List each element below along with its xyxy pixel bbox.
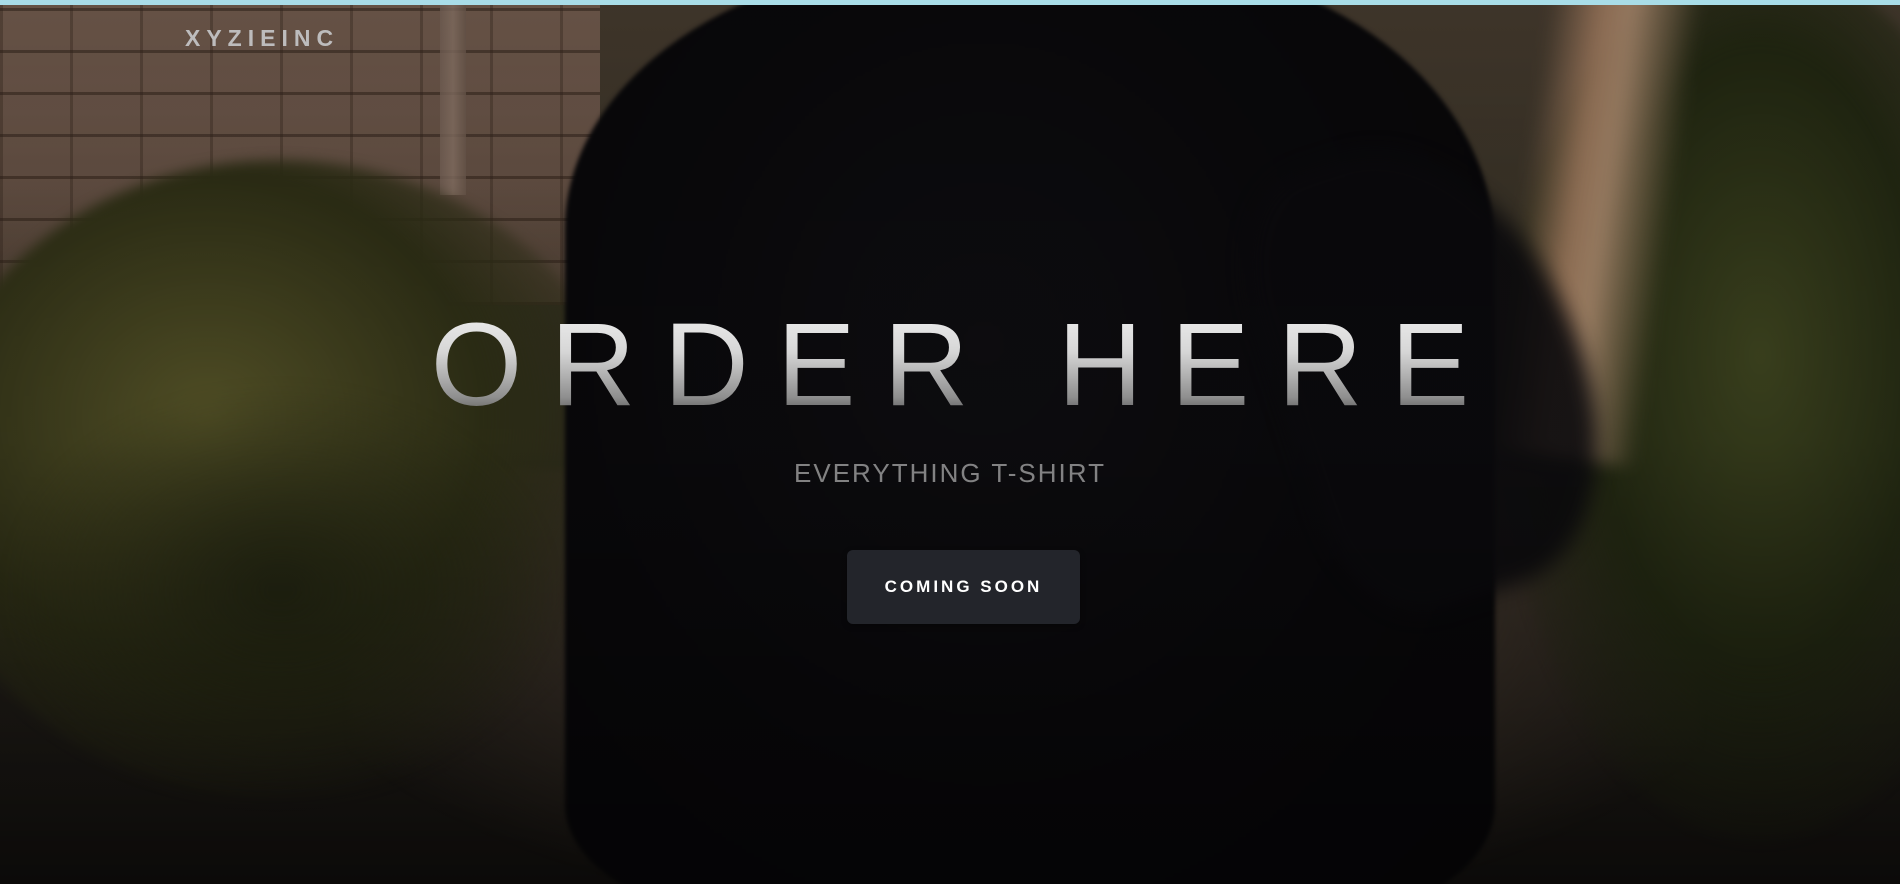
hero-title: ORDER HERE bbox=[0, 300, 1900, 430]
hero-section: ORDER HERE EVERYTHING T-SHIRT COMING SOO… bbox=[0, 0, 1900, 884]
hero-subtitle: EVERYTHING T-SHIRT bbox=[794, 458, 1106, 488]
coming-soon-button[interactable]: COMING SOON bbox=[847, 550, 1080, 624]
landing-page: XYZIEINC ORDER HERE EVERYTHING T-SHIRT C… bbox=[0, 0, 1900, 884]
